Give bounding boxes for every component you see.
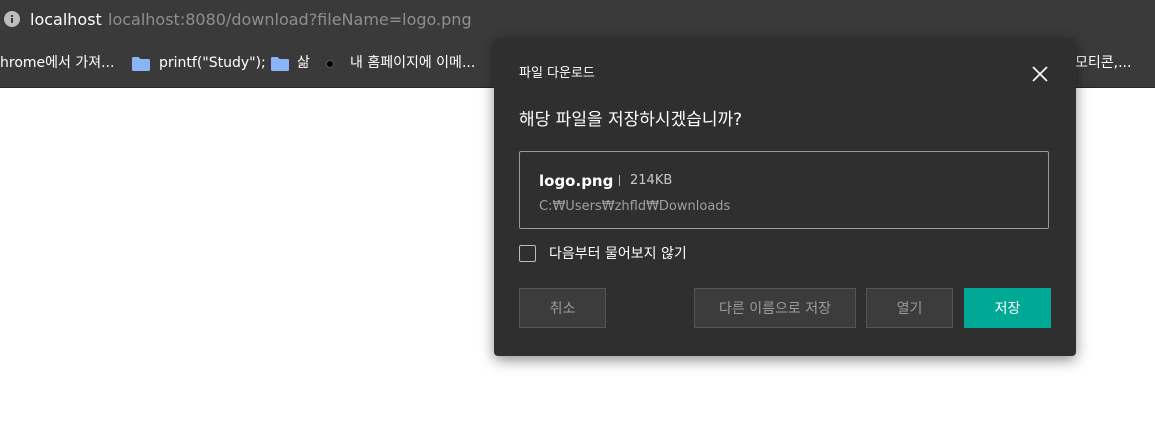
- url-full[interactable]: localhost:8080/download?fileName=logo.pn…: [108, 10, 472, 30]
- save-button[interactable]: 저장: [964, 288, 1051, 328]
- bookmark-item-life[interactable]: 삶: [297, 53, 310, 73]
- url-host[interactable]: localhost: [30, 10, 102, 30]
- bookmark-item-homepage-email[interactable]: 내 홈페이지에 이메...: [350, 53, 475, 73]
- folder-icon[interactable]: [132, 57, 150, 71]
- bookmark-item-chrome-import[interactable]: hrome에서 가져...: [0, 53, 114, 73]
- address-bar[interactable]: localhost localhost:8080/download?fileNa…: [0, 0, 1155, 40]
- dont-ask-again-checkbox[interactable]: [519, 245, 536, 262]
- folder-icon[interactable]: [271, 57, 289, 71]
- bookmark-item-study[interactable]: printf("Study");: [159, 53, 266, 73]
- info-icon[interactable]: [4, 11, 20, 27]
- close-icon[interactable]: [1030, 64, 1050, 84]
- dialog-question: 해당 파일을 저장하시겠습니까?: [519, 110, 743, 130]
- dot-icon[interactable]: [326, 60, 334, 68]
- file-path: C:₩Users₩zhfld₩Downloads: [539, 199, 731, 214]
- file-name: logo.png: [539, 172, 614, 190]
- file-size: 214KB: [630, 173, 673, 188]
- save-as-button[interactable]: 다른 이름으로 저장: [694, 288, 856, 328]
- file-info-divider: [619, 175, 620, 186]
- dialog-title: 파일 다운로드: [519, 66, 595, 81]
- dont-ask-again-label[interactable]: 다음부터 물어보지 않기: [549, 244, 687, 264]
- download-dialog: 파일 다운로드 해당 파일을 저장하시겠습니까? logo.png 214KB …: [494, 38, 1076, 356]
- cancel-button[interactable]: 취소: [519, 288, 606, 328]
- bookmark-item-emoticon[interactable]: 모티콘,...: [1075, 53, 1131, 73]
- open-button[interactable]: 열기: [866, 288, 953, 328]
- file-info-box: logo.png 214KB C:₩Users₩zhfld₩Downloads: [519, 151, 1049, 229]
